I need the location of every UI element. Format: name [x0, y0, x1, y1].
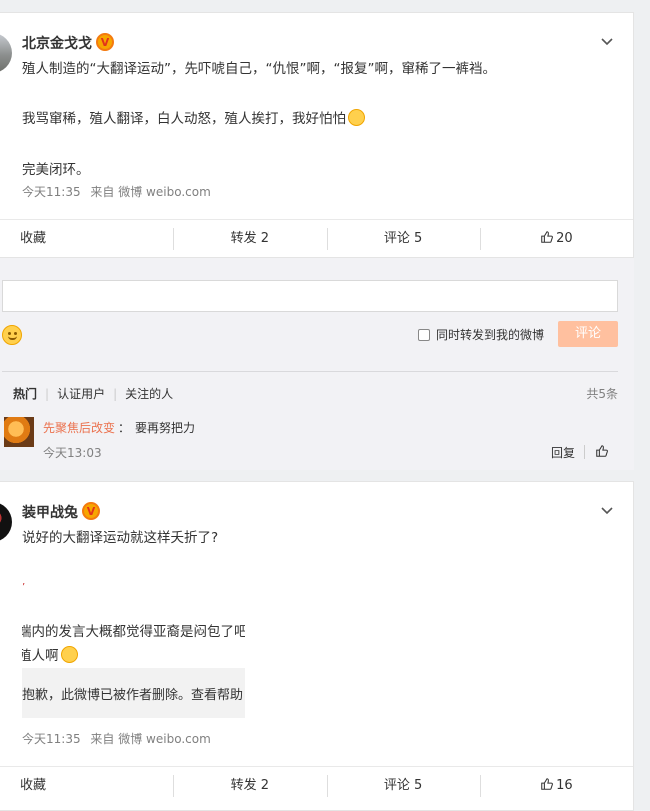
- thumbs-up-icon: [541, 231, 554, 243]
- chevron-down-icon[interactable]: [599, 502, 615, 518]
- deleted-notice-box: 抱歉，此微博已被作者删除。查看帮助: [22, 668, 245, 718]
- comment-input[interactable]: [2, 280, 618, 312]
- post-text: 我骂窜稀，殖人翻译，白人动怒，殖人挨打，我好怕怕: [22, 111, 346, 127]
- like-count: 20: [556, 231, 573, 246]
- avatar[interactable]: [0, 502, 12, 542]
- post-meta: 今天11:35 来自 微博 weibo.com: [22, 183, 217, 200]
- divider: [2, 371, 618, 372]
- like-button[interactable]: 16: [479, 775, 633, 797]
- comment-author[interactable]: 先聚焦后改变: [43, 419, 115, 436]
- weibo-post: 装甲战兔 V 说好的大翻译运动就这样夭折了? ’ 端内的发言大概都觉得亚裔是闷包…: [0, 481, 634, 811]
- comment-time: 今天13:03: [43, 446, 102, 460]
- post-source[interactable]: 来自 微博 weibo.com: [90, 185, 210, 199]
- favorite-button[interactable]: 收藏: [0, 775, 173, 797]
- tab-verified-users[interactable]: 认证用户: [57, 385, 105, 402]
- weibo-post: 北京金戈戈 V 殖人制造的“大翻译运动”，先吓唬自己，“仇恨”啊，“报复”啊，窜…: [0, 12, 634, 258]
- reply-button[interactable]: 回复: [551, 444, 575, 461]
- emoji-mouth: [8, 336, 17, 340]
- post-text-line: 殖人制造的“大翻译运动”，先吓唬自己，“仇恨”啊，“报复”啊，窜稀了一裤裆。: [22, 61, 496, 77]
- image-text-line: 殖人啊: [22, 644, 78, 664]
- thumbs-up-icon[interactable]: [595, 444, 609, 458]
- tab-separator: |: [45, 386, 50, 401]
- verified-icon: V: [82, 502, 100, 520]
- repost-image[interactable]: ’ 端内的发言大概都觉得亚裔是闷包了吧, 殖人啊 抱歉，此微博已被作者删除。查看…: [22, 558, 245, 718]
- tab-following[interactable]: 关注的人: [125, 385, 173, 402]
- post-meta: 今天11:35 来自 微博 weibo.com: [22, 730, 217, 747]
- quote-mark: ’: [22, 582, 26, 593]
- like-count: 16: [556, 778, 573, 793]
- comment-text: 要再努把力: [135, 421, 196, 435]
- comment-filter-tabs: 热门 | 认证用户 | 关注的人: [13, 385, 173, 402]
- scared-emoji-icon: [348, 109, 365, 126]
- submit-comment-button[interactable]: 评论: [558, 321, 618, 347]
- repost-button[interactable]: 转发 2: [173, 775, 326, 797]
- avatar[interactable]: [4, 417, 34, 447]
- deleted-notice[interactable]: 抱歉，此微博已被作者删除。查看帮助: [22, 684, 243, 703]
- chevron-down-icon[interactable]: [599, 33, 615, 49]
- sweat-emoji-icon: [60, 646, 78, 663]
- comment-total: 共5条: [586, 387, 618, 401]
- divider: [584, 445, 585, 459]
- tab-hot[interactable]: 热门: [13, 385, 37, 402]
- comment-button[interactable]: 评论 5: [326, 775, 480, 797]
- verified-icon: V: [96, 33, 114, 51]
- post-source[interactable]: 来自 微博 weibo.com: [90, 732, 210, 746]
- post-text-line: 说好的大翻译运动就这样夭折了?: [22, 530, 219, 546]
- tab-separator: |: [113, 386, 118, 401]
- avatar[interactable]: [0, 33, 12, 73]
- post-time[interactable]: 今天11:35: [22, 185, 81, 199]
- post-text-line: 完美闭环。: [22, 162, 90, 178]
- post-author[interactable]: 北京金戈戈: [22, 33, 92, 53]
- post-author[interactable]: 装甲战兔: [22, 502, 78, 522]
- comment-colon: ：: [118, 421, 131, 435]
- post-text-line: 我骂窜稀，殖人翻译，白人动怒，殖人挨打，我好怕怕: [22, 107, 365, 127]
- post-time[interactable]: 今天11:35: [22, 732, 81, 746]
- image-text-line: 端内的发言大概都觉得亚裔是闷包了吧,: [22, 624, 245, 640]
- thumbs-up-icon: [541, 778, 554, 790]
- image-text: 殖人啊: [22, 648, 59, 664]
- repost-checkbox-label[interactable]: 同时转发到我的微博: [436, 326, 544, 343]
- comment-section: 同时转发到我的微博 评论 热门 | 认证用户 | 关注的人 共5条 先聚焦后改变…: [0, 258, 634, 470]
- like-button[interactable]: 20: [479, 228, 633, 250]
- emoji-icon[interactable]: [2, 325, 22, 345]
- repost-checkbox[interactable]: [418, 329, 430, 341]
- comment-button[interactable]: 评论 5: [326, 228, 480, 250]
- favorite-button[interactable]: 收藏: [0, 228, 173, 250]
- action-bar: 收藏 转发 2 评论 5 16: [0, 766, 633, 805]
- action-bar: 收藏 转发 2 评论 5 20: [0, 219, 633, 258]
- repost-button[interactable]: 转发 2: [173, 228, 326, 250]
